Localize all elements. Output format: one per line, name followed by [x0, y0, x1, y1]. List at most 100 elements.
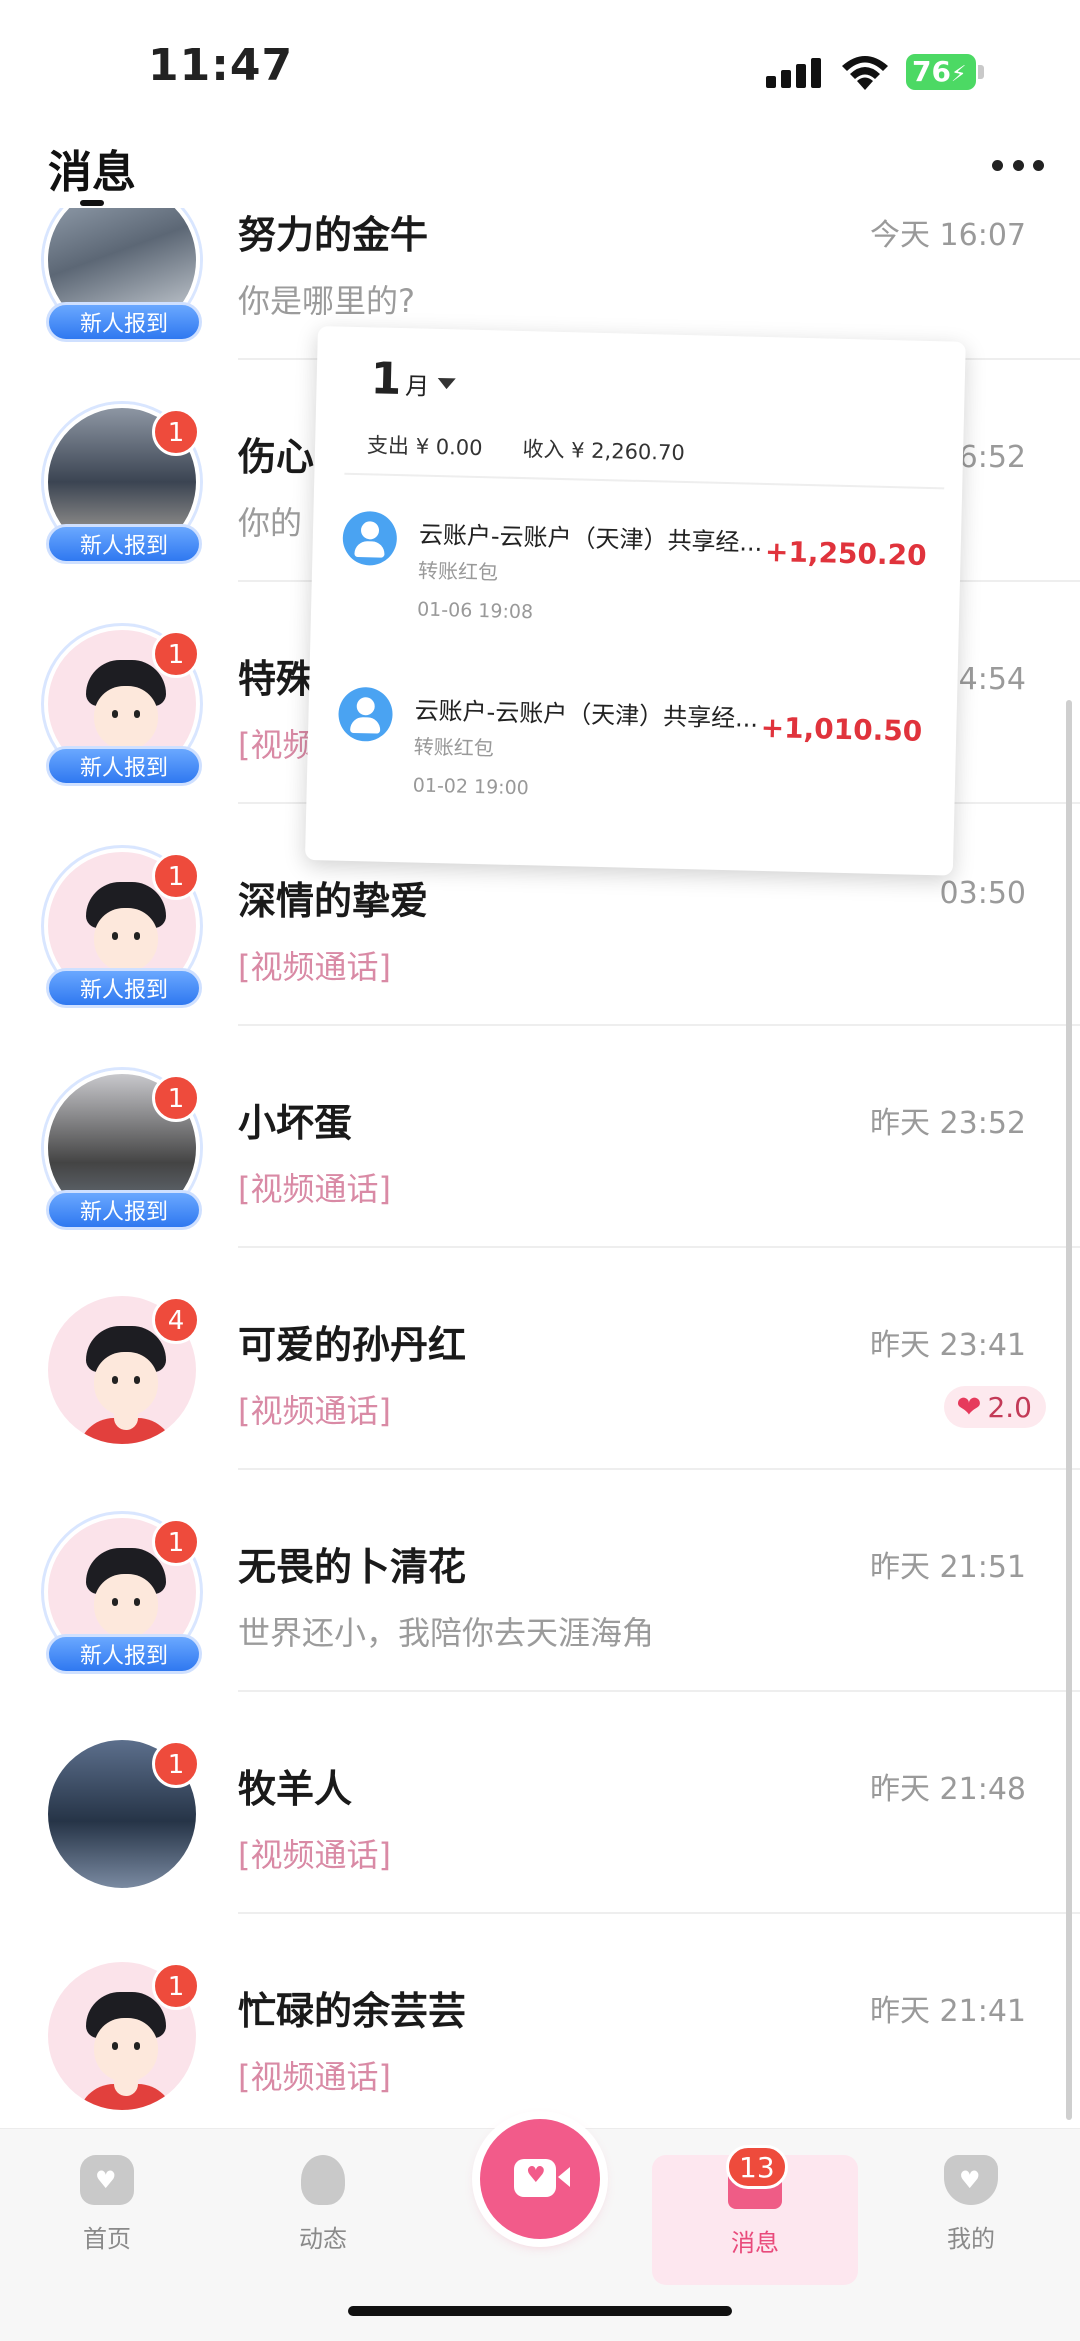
scrollbar[interactable] [1066, 700, 1072, 2120]
avatar[interactable]: 新人报到 1 [44, 848, 204, 1008]
battery-level: 76 [912, 55, 951, 88]
contact-name: 忙碌的余芸芸 [238, 1989, 467, 2033]
tab-label: 消息 [731, 2229, 779, 2257]
tab-home[interactable]: ♥ 首页 [32, 2155, 182, 2285]
more-icon[interactable] [992, 150, 1044, 180]
new-user-tag: 新人报到 [46, 1634, 202, 1674]
unread-badge: 1 [152, 1518, 200, 1566]
tab-messages[interactable]: 消息 13 [652, 2145, 858, 2285]
battery-icon: 76⚡ [906, 54, 976, 90]
month-value: 1 [370, 353, 402, 406]
page-title[interactable]: 消息 [48, 136, 136, 200]
home-icon: ♥ [80, 2155, 134, 2205]
avatar[interactable]: 1 [44, 1958, 204, 2118]
wifi-icon [842, 56, 888, 90]
unread-badge: 4 [152, 1296, 200, 1344]
message-time: 昨天 21:51 [870, 1550, 1026, 1585]
tab-profile[interactable]: ♥ 我的 [896, 2155, 1046, 2285]
transaction-amount: +1,250.20 [764, 534, 927, 572]
month-summary: 支出 ¥ 0.00 收入 ¥ 2,260.70 [367, 429, 725, 468]
home-indicator[interactable] [348, 2306, 732, 2316]
feed-icon [301, 2155, 345, 2205]
new-user-tag: 新人报到 [46, 302, 202, 342]
message-row[interactable]: 新人报到 1 无畏的卜清花 昨天 21:51 世界还小，我陪你去天涯海角 [0, 1470, 1080, 1692]
unread-badge: 1 [152, 1962, 200, 2010]
message-preview: [视频通话] [238, 2058, 391, 2096]
caret-down-icon [437, 377, 456, 389]
unread-badge: 13 [726, 2145, 788, 2189]
message-time: 昨天 23:52 [870, 1106, 1026, 1141]
transaction-amount: +1,010.50 [760, 710, 923, 748]
battery-cap [978, 65, 984, 79]
message-row[interactable]: 4 可爱的孙丹红 昨天 23:41 [视频通话] ❤ 2.0 [0, 1248, 1080, 1470]
contact-name: 无畏的卜清花 [238, 1545, 467, 1589]
unread-badge: 1 [152, 1074, 200, 1122]
status-bar: 11:47 76⚡ [0, 0, 1080, 140]
message-row[interactable]: 新人报到 1 小坏蛋 昨天 23:52 [视频通话] [0, 1026, 1080, 1248]
user-icon [337, 686, 394, 742]
profile-icon: ♥ [944, 2155, 998, 2205]
expense-total: 支出 ¥ 0.00 [366, 433, 483, 461]
transaction-type: 转账红包 [417, 558, 499, 585]
title-underline [80, 200, 104, 206]
avatar[interactable]: 新人报到 1 [44, 1070, 204, 1230]
message-row[interactable]: 1 牧羊人 昨天 21:48 [视频通话] [0, 1692, 1080, 1914]
transaction-item[interactable]: 云账户-云账户（天津）共享经... 转账红包 01-06 19:08 +1,25… [340, 485, 944, 660]
heart-icon: ♥ [526, 2163, 546, 2188]
transaction-title: 云账户-云账户（天津）共享经... [414, 696, 759, 733]
status-time: 11:47 [148, 40, 294, 91]
new-user-tag: 新人报到 [46, 746, 202, 786]
avatar[interactable]: 4 [44, 1292, 204, 1452]
month-selector[interactable]: 1月 [370, 353, 456, 406]
message-preview: [视频通话] [238, 1170, 391, 1208]
message-time: 今天 16:07 [870, 218, 1026, 253]
gift-value: 2.0 [987, 1390, 1032, 1424]
message-time: 昨天 23:41 [870, 1328, 1026, 1363]
transaction-item[interactable]: 云账户-云账户（天津）共享经... 转账红包 01-02 19:00 +1,01… [336, 661, 940, 836]
new-user-tag: 新人报到 [46, 968, 202, 1008]
month-unit: 月 [404, 372, 430, 401]
unread-badge: 1 [152, 1740, 200, 1788]
message-preview: 世界还小，我陪你去天涯海角 [238, 1614, 655, 1652]
user-icon [342, 510, 398, 566]
unread-badge: 1 [152, 408, 200, 456]
signal-icon [766, 58, 822, 88]
message-time: 昨天 21:41 [870, 1994, 1026, 2029]
unread-badge: 1 [152, 630, 200, 678]
transaction-type: 转账红包 [413, 734, 495, 761]
avatar[interactable]: 新人报到 1 [44, 1514, 204, 1674]
message-preview: [视频通话] [238, 948, 391, 986]
contact-name: 努力的金牛 [238, 213, 429, 257]
message-preview: 你的 [238, 504, 303, 542]
message-preview: [视频通话] [238, 1392, 391, 1430]
avatar[interactable]: 1 [44, 1736, 204, 1896]
avatar[interactable]: 新人报到 1 [44, 626, 204, 786]
contact-name: 特殊 [238, 657, 315, 701]
message-preview: [视频 [238, 726, 315, 764]
heart-icon: ❤ [956, 1389, 982, 1425]
contact-name: 小坏蛋 [238, 1101, 353, 1145]
tab-label: 动态 [299, 2225, 347, 2253]
video-call-button[interactable]: ♥ [480, 2119, 600, 2239]
tab-feed[interactable]: 动态 [248, 2155, 398, 2285]
contact-name: 可爱的孙丹红 [238, 1323, 467, 1367]
message-time: 昨天 21:48 [870, 1772, 1026, 1807]
income-total: 收入 ¥ 2,260.70 [522, 437, 686, 465]
unread-badge: 1 [152, 852, 200, 900]
new-user-tag: 新人报到 [46, 1190, 202, 1230]
message-preview: [视频通话] [238, 1836, 391, 1874]
new-user-tag: 新人报到 [46, 524, 202, 564]
avatar[interactable]: 新人报到 1 [44, 404, 204, 564]
transfer-record-card: 1月 支出 ¥ 0.00 收入 ¥ 2,260.70 云账户-云账户（天津）共享经… [304, 326, 966, 876]
avatar[interactable]: 新人报到 [44, 208, 204, 342]
gift-badge: ❤ 2.0 [944, 1386, 1046, 1428]
transaction-title: 云账户-云账户（天津）共享经... [418, 520, 763, 557]
contact-name: 深情的挚爱 [238, 879, 429, 923]
tab-label: 首页 [83, 2225, 131, 2253]
transaction-date: 01-02 19:00 [412, 774, 530, 800]
message-preview: 你是哪里的? [238, 282, 415, 320]
message-time: 03:50 [939, 876, 1026, 911]
message-row[interactable]: 1 忙碌的余芸芸 昨天 21:41 [视频通话] [0, 1914, 1080, 2128]
contact-name: 伤心 [238, 435, 315, 479]
transaction-date: 01-06 19:08 [416, 598, 534, 624]
